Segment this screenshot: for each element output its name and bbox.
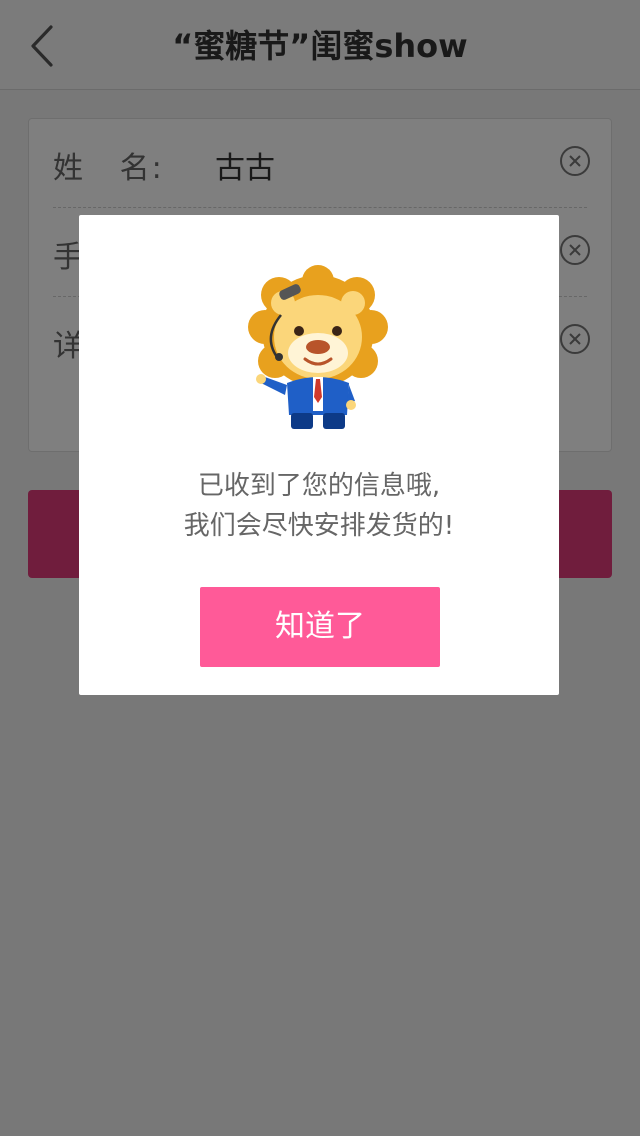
dialog-message-line1: 已收到了您的信息哦, xyxy=(197,471,441,501)
lion-mascot-icon xyxy=(248,265,388,429)
dialog-message-line2: 我们会尽快安排发货的! xyxy=(183,511,455,541)
confirmation-dialog: 已收到了您的信息哦, 我们会尽快安排发货的! 知道了 xyxy=(79,215,559,695)
ok-button[interactable]: 知道了 xyxy=(200,587,440,667)
